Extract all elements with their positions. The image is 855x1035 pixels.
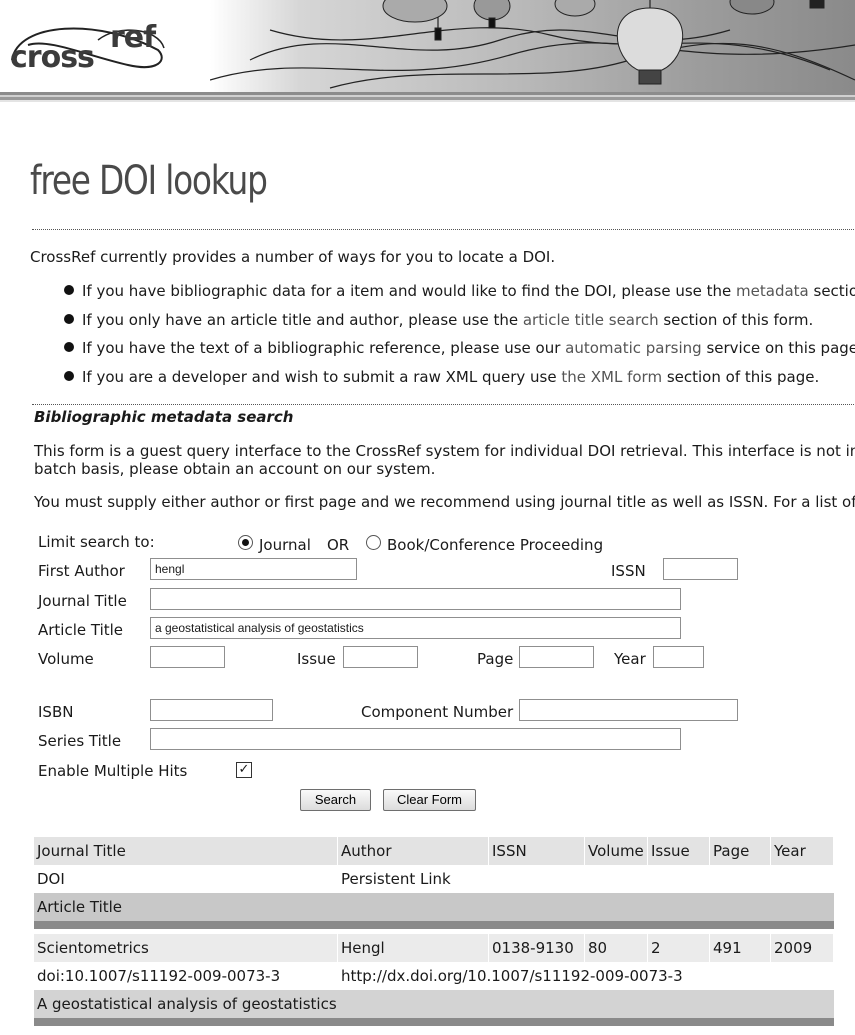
results-table: Journal Title Author ISSN Volume Issue P…	[34, 837, 834, 1026]
result-doi: doi:10.1007/s11192-009-0073-3	[37, 967, 281, 985]
volume-label: Volume	[38, 650, 94, 668]
automatic-parsing-link[interactable]: automatic parsing	[565, 339, 702, 357]
journal-radio[interactable]	[238, 535, 253, 550]
list-item-text: If you have bibliographic data for a ite…	[82, 282, 737, 300]
volume-input[interactable]	[150, 646, 225, 668]
header-persistent-link: Persistent Link	[341, 870, 451, 888]
header-doi: DOI	[37, 870, 65, 888]
list-item-text: section of this page.	[662, 367, 820, 386]
limit-search-label: Limit search to:	[38, 533, 155, 551]
table-row: Scientometrics Hengl 0138-9130 80 2 491 …	[34, 934, 834, 962]
list-item-text: If you are a developer and wish to submi…	[82, 367, 562, 386]
header-year: Year	[771, 837, 833, 865]
lookup-methods-list: If you have bibliographic data for a ite…	[62, 280, 855, 394]
header-banner: cross ref	[0, 0, 855, 92]
first-author-label: First Author	[38, 562, 125, 580]
row-separator	[34, 1018, 834, 1026]
result-page: 491	[710, 934, 770, 962]
or-text: OR	[327, 536, 350, 554]
bullet-icon	[64, 370, 74, 381]
bullet-icon	[64, 313, 74, 324]
row-separator	[34, 921, 834, 929]
section-title: Bibliographic metadata search	[34, 408, 294, 426]
journal-title-input[interactable]	[150, 588, 681, 610]
result-volume: 80	[585, 934, 647, 962]
series-title-input[interactable]	[150, 728, 681, 750]
logo-text-ref: ref	[110, 20, 156, 55]
list-item-text: If you only have an article title and au…	[82, 310, 523, 329]
list-item: If you have bibliographic data for a ite…	[62, 280, 855, 309]
header-volume: Volume	[585, 837, 647, 865]
journal-title-label: Journal Title	[38, 592, 127, 610]
component-number-input[interactable]	[519, 699, 738, 721]
table-row: doi:10.1007/s11192-009-0073-3 http://dx.…	[34, 962, 834, 990]
component-number-label: Component Number	[361, 703, 514, 721]
isbn-label: ISBN	[38, 703, 74, 721]
logo-text-cross: cross	[10, 40, 95, 75]
series-title-label: Series Title	[38, 732, 122, 750]
multiple-hits-label: Enable Multiple Hits	[38, 762, 188, 780]
result-journal-title: Scientometrics	[34, 934, 337, 962]
requirements-text: You must supply either author or first p…	[34, 493, 855, 511]
list-item-text: section of this form.	[658, 310, 814, 329]
list-item-text: service on this page.	[701, 339, 855, 357]
issue-input[interactable]	[343, 646, 418, 668]
description-line-2: batch basis, please obtain an account on…	[34, 460, 436, 478]
page-title: free DOI lookup	[30, 158, 268, 204]
page-input[interactable]	[519, 646, 594, 668]
multiple-hits-checkbox[interactable]: ✓	[236, 762, 252, 778]
issue-label: Issue	[297, 650, 336, 668]
header-issn: ISSN	[489, 837, 584, 865]
list-item-text: If you have the text of a bibliographic …	[82, 339, 566, 357]
list-item: If you have the text of a bibliographic …	[62, 337, 855, 366]
table-row: A geostatistical analysis of geostatisti…	[34, 990, 834, 1018]
clear-form-button[interactable]: Clear Form	[383, 789, 476, 811]
lightbulb-banner-image	[210, 0, 855, 89]
list-item: If you are a developer and wish to submi…	[62, 366, 855, 395]
article-title-input[interactable]: a geostatistical analysis of geostatisti…	[150, 617, 681, 639]
isbn-input[interactable]	[150, 699, 273, 721]
header-issue: Issue	[648, 837, 709, 865]
year-input[interactable]	[653, 646, 704, 668]
book-conference-radio[interactable]	[366, 535, 381, 550]
result-year: 2009	[771, 934, 833, 962]
result-issn: 0138-9130	[489, 934, 584, 962]
header-page: Page	[710, 837, 770, 865]
header-article-title: Article Title	[37, 898, 123, 916]
dotted-divider	[32, 404, 855, 405]
first-author-input[interactable]: hengl	[150, 558, 357, 580]
article-title-search-link[interactable]: article title search	[523, 311, 659, 329]
bullet-icon	[64, 342, 74, 352]
table-header-row: DOI Persistent Link	[34, 865, 834, 893]
book-conference-radio-label: Book/Conference Proceeding	[387, 536, 604, 554]
header-author: Author	[338, 837, 488, 865]
result-author: Hengl	[338, 934, 488, 962]
year-label: Year	[614, 650, 646, 668]
list-item: If you only have an article title and au…	[62, 309, 855, 338]
crossref-logo[interactable]: cross ref	[8, 20, 173, 75]
search-button[interactable]: Search	[300, 789, 371, 811]
header-rule	[0, 92, 855, 102]
table-header-row: Journal Title Author ISSN Volume Issue P…	[34, 837, 834, 865]
xml-form-link[interactable]: the XML form	[561, 368, 662, 386]
intro-text: CrossRef currently provides a number of …	[30, 248, 556, 266]
result-issue: 2	[648, 934, 709, 962]
table-header-row: Article Title	[34, 893, 834, 921]
issn-label: ISSN	[611, 562, 646, 580]
list-item-text: section	[813, 282, 855, 300]
article-title-label: Article Title	[38, 621, 124, 639]
page-label: Page	[477, 650, 514, 668]
result-persistent-link[interactable]: http://dx.doi.org/10.1007/s11192-009-007…	[338, 962, 768, 990]
result-article-title: A geostatistical analysis of geostatisti…	[37, 995, 337, 1013]
journal-radio-label: Journal	[259, 536, 311, 554]
metadata-link[interactable]: metadata	[736, 282, 809, 300]
description-line-1: This form is a guest query interface to …	[34, 442, 855, 460]
header-journal-title: Journal Title	[34, 837, 337, 865]
issn-input[interactable]	[663, 558, 738, 580]
bullet-icon	[64, 285, 74, 295]
dotted-divider	[32, 229, 855, 230]
